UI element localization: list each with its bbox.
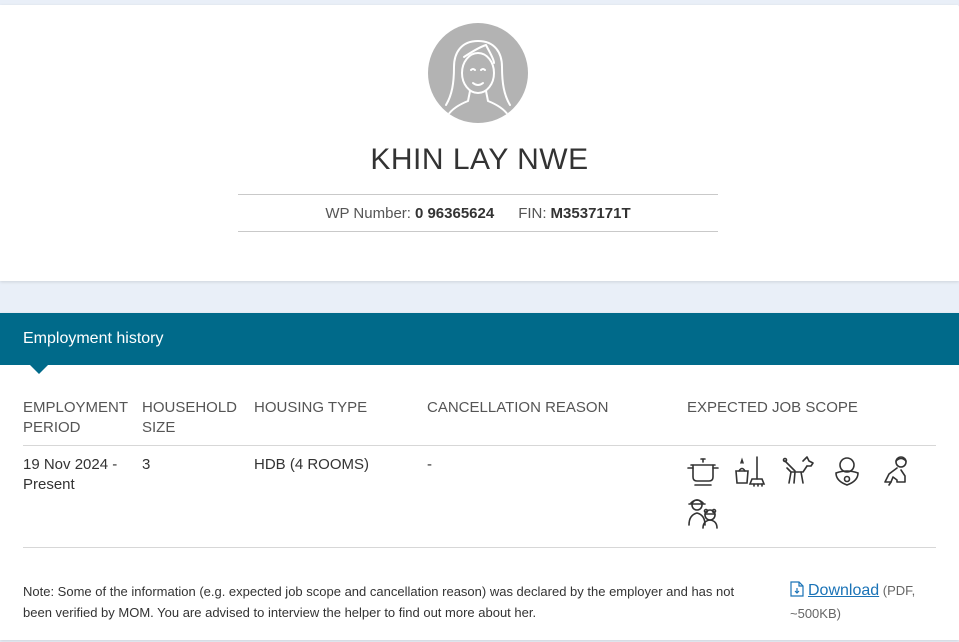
profile-card: KHIN LAY NWE WP Number: 0 96365624 FIN: … xyxy=(0,5,959,281)
section-title: Employment history xyxy=(0,313,959,365)
helper-name: KHIN LAY NWE xyxy=(370,143,589,176)
cell-housing: HDB (4 ROOMS) xyxy=(254,456,370,473)
infant-care-icon xyxy=(829,453,865,489)
elderly-care-icon xyxy=(685,495,721,531)
header-divider xyxy=(23,445,936,446)
col-header-household: HOUSEHOLD SIZE xyxy=(142,399,238,436)
wp-number-value: 0 96365624 xyxy=(414,204,495,222)
col-header-housing: HOUSING TYPE xyxy=(254,399,368,416)
employment-history-section: Employment history EMPLOYMENT PERIOD HOU… xyxy=(0,313,959,640)
header-caret xyxy=(30,365,48,374)
col-header-cancellation: CANCELLATION REASON xyxy=(427,399,609,416)
col-header-scope: EXPECTED JOB SCOPE xyxy=(687,399,858,416)
fin-value: M3537171T xyxy=(550,204,631,222)
col-header-period: EMPLOYMENT PERIOD xyxy=(23,399,128,436)
cooking-pot-icon xyxy=(685,453,721,489)
fin-label: FIN: xyxy=(518,204,547,222)
female-avatar-icon xyxy=(428,23,528,123)
cell-household: 3 xyxy=(142,456,151,473)
cell-period: 19 Nov 2024 - Present xyxy=(23,456,118,493)
pet-care-icon xyxy=(781,453,817,489)
download-link[interactable]: Download xyxy=(808,582,879,599)
document-download-icon[interactable] xyxy=(790,581,804,603)
wp-number-label: WP Number: xyxy=(325,204,411,222)
row-divider xyxy=(23,547,936,548)
download-block: Download (PDF, ~500KB) xyxy=(790,580,940,624)
cell-cancellation: - xyxy=(427,456,432,473)
cleaning-icon xyxy=(733,453,769,489)
disclaimer-note: Note: Some of the information (e.g. expe… xyxy=(23,584,735,620)
child-care-icon xyxy=(877,453,913,489)
id-row: WP Number: 0 96365624 FIN: M3537171T xyxy=(238,194,718,232)
